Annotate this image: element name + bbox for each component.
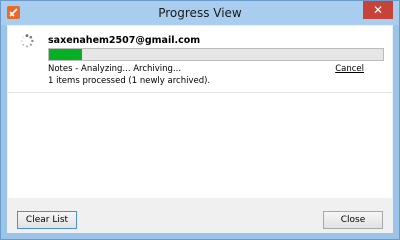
account-email: saxenahem2507@gmail.com xyxy=(48,35,201,46)
loading-spinner-icon xyxy=(20,34,34,48)
list-item: saxenahem2507@gmail.com Notes - Analyzin… xyxy=(8,26,392,93)
window-title: Progress View xyxy=(158,6,242,20)
progress-view-window: Progress View ✕ saxenahem2507@gmail.com … xyxy=(0,0,400,240)
processed-summary: 1 items processed (1 newly archived). xyxy=(48,76,211,86)
window-close-button[interactable]: ✕ xyxy=(363,1,393,19)
client-area: saxenahem2507@gmail.com Notes - Analyzin… xyxy=(7,25,393,233)
status-text: Notes - Analyzing... Archiving... xyxy=(48,64,182,74)
cancel-link[interactable]: Cancel xyxy=(335,64,364,74)
progress-bar xyxy=(48,48,384,61)
clear-list-button[interactable]: Clear List xyxy=(17,211,77,229)
progress-bar-fill xyxy=(49,49,83,60)
close-button[interactable]: Close xyxy=(323,211,383,229)
titlebar: Progress View ✕ xyxy=(1,1,399,25)
progress-list: saxenahem2507@gmail.com Notes - Analyzin… xyxy=(8,26,392,198)
